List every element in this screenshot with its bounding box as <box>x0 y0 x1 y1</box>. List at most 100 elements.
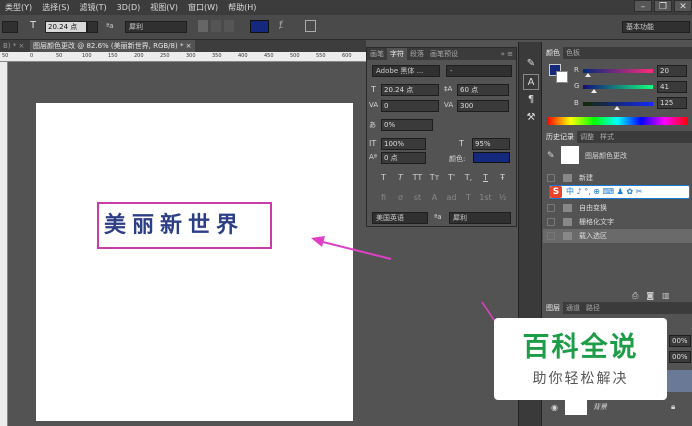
brush-icon[interactable]: ✎ <box>523 56 539 72</box>
history-checkbox[interactable] <box>547 204 555 212</box>
trash-icon[interactable]: ▥ <box>662 291 670 301</box>
character-color-swatch[interactable] <box>473 152 510 163</box>
new-document-from-state-icon[interactable]: ⎙ <box>632 291 638 301</box>
tool-presets-icon[interactable]: ⚒ <box>523 110 539 126</box>
r-slider-thumb[interactable] <box>585 73 592 77</box>
close-button[interactable]: ✕ <box>674 0 692 12</box>
workspace-dropdown[interactable]: 基本功能 <box>622 21 690 33</box>
snapshot-thumbnail[interactable] <box>561 146 579 164</box>
tab-previous-document[interactable]: B) * × <box>0 40 27 52</box>
fill-field[interactable]: 00% <box>669 351 691 363</box>
visibility-eye-icon[interactable]: ◉ <box>551 403 558 412</box>
b-value-field[interactable]: 125 <box>657 97 687 109</box>
tab-character[interactable]: 字符 <box>387 48 407 60</box>
vertical-scale-field[interactable]: 100% <box>381 138 426 150</box>
strikethrough-button[interactable]: Ŧ <box>494 173 511 182</box>
font-size-field[interactable]: 20.24 点 <box>45 21 87 33</box>
character-icon[interactable]: A <box>523 74 539 90</box>
align-center-icon[interactable] <box>211 20 221 32</box>
tsume-field[interactable]: 0% <box>381 119 433 131</box>
small-caps-button[interactable]: Tт <box>426 173 443 182</box>
language-dropdown[interactable]: 美国英语 <box>372 212 428 224</box>
ligature-button[interactable]: fi <box>375 193 392 202</box>
g-value-field[interactable]: 41 <box>657 81 687 93</box>
tab-paragraph[interactable]: 段落 <box>407 48 427 60</box>
minimize-button[interactable]: – <box>634 0 652 12</box>
kerning-field[interactable]: 0 <box>381 100 439 112</box>
tab-brush[interactable]: 画笔 <box>367 48 387 60</box>
r-slider[interactable] <box>583 69 653 73</box>
font-style-field[interactable]: - <box>446 65 512 77</box>
g-slider-thumb[interactable] <box>591 89 598 93</box>
font-style-dropdown[interactable] <box>2 21 18 33</box>
camera-icon[interactable]: ◙ <box>646 291 654 301</box>
panel-menu-icon[interactable]: » ≡ <box>498 48 516 60</box>
tab-adjustments[interactable]: 调整 <box>577 131 597 143</box>
size-field[interactable]: 20.24 点 <box>381 84 439 96</box>
titling-button[interactable]: T <box>460 193 477 202</box>
faux-italic-button[interactable]: T <box>392 173 409 182</box>
b-slider-thumb[interactable] <box>614 106 621 110</box>
tab-history[interactable]: 历史记录 <box>543 131 577 143</box>
tab-channels[interactable]: 通道 <box>563 302 583 314</box>
history-checkbox[interactable] <box>547 174 555 182</box>
baseline-shift-field[interactable]: 0 点 <box>381 152 426 164</box>
ime-toolbar[interactable]: 中 ♪ °, ⊕ ⌨ ♟ ✿ ✂ <box>549 185 690 199</box>
faux-bold-button[interactable]: T <box>375 173 392 182</box>
background-color-swatch[interactable] <box>556 71 568 83</box>
warp-text-icon[interactable]: ⱦ <box>279 20 283 31</box>
font-family-dropdown[interactable]: Adobe 黑体 ... <box>372 65 440 77</box>
leading-field[interactable]: 60 点 <box>457 84 509 96</box>
underline-button[interactable]: T <box>477 173 494 182</box>
character-panel-toggle-icon[interactable] <box>305 20 316 32</box>
paragraph-icon[interactable]: ¶ <box>523 92 539 108</box>
history-checkbox[interactable] <box>547 218 555 226</box>
menu-help[interactable]: 帮助(H) <box>223 2 261 13</box>
subscript-button[interactable]: T, <box>460 173 477 182</box>
tab-color[interactable]: 颜色 <box>543 47 563 59</box>
swash-button[interactable]: A <box>426 193 443 202</box>
background-layer-label[interactable]: 背景 <box>593 402 607 412</box>
menu-select[interactable]: 选择(S) <box>37 2 74 13</box>
menu-type[interactable]: 类型(Y) <box>0 2 37 13</box>
canvas-text-layer[interactable]: 美丽新世界 <box>104 206 266 244</box>
history-item-selected[interactable]: 载入选区 <box>543 229 692 243</box>
tab-paths[interactable]: 路径 <box>583 302 603 314</box>
snapshot-label[interactable]: 图层颜色更改 <box>585 151 627 161</box>
aa-mode-dropdown[interactable]: 犀利 <box>125 21 187 33</box>
tab-brush-presets[interactable]: 画笔预设 <box>427 48 461 60</box>
all-caps-button[interactable]: TT <box>409 173 426 182</box>
tab-layers[interactable]: 图层 <box>543 302 563 314</box>
r-value-field[interactable]: 20 <box>657 65 687 77</box>
history-item[interactable]: 栅格化文字 <box>543 215 692 229</box>
history-item[interactable]: 自由变换 <box>543 201 692 215</box>
sogou-icon[interactable]: S <box>550 186 562 198</box>
color-spectrum-bar[interactable] <box>547 117 688 125</box>
menu-filter[interactable]: 滤镜(T) <box>74 2 111 13</box>
opacity-field[interactable]: 00% <box>669 335 691 347</box>
contextual-alt-button[interactable]: σ <box>392 193 409 202</box>
tab-swatches[interactable]: 色板 <box>563 47 583 59</box>
history-item[interactable]: 新建 <box>543 171 692 185</box>
text-color-swatch[interactable] <box>250 20 269 33</box>
restore-button[interactable]: ❐ <box>654 0 672 12</box>
horizontal-scale-field[interactable]: 95% <box>472 138 510 150</box>
align-left-icon[interactable] <box>198 20 208 32</box>
menu-3d[interactable]: 3D(D) <box>112 3 146 12</box>
ordinal-button[interactable]: 1st <box>477 193 494 202</box>
superscript-button[interactable]: T' <box>443 173 460 182</box>
fraction-button[interactable]: ½ <box>494 193 511 202</box>
aa-mode-dropdown[interactable]: 犀利 <box>449 212 511 224</box>
font-size-dropdown-arrow[interactable] <box>87 21 98 33</box>
align-right-icon[interactable] <box>224 20 234 32</box>
stylistic-alt-button[interactable]: ad <box>443 193 460 202</box>
history-checkbox[interactable] <box>547 232 555 240</box>
menu-window[interactable]: 窗口(W) <box>183 2 223 13</box>
tracking-field[interactable]: 300 <box>457 100 509 112</box>
tab-styles[interactable]: 样式 <box>597 131 617 143</box>
tab-active-document[interactable]: 图层颜色更改 @ 82.6% (美丽新世界, RGB/8) * × <box>30 40 195 52</box>
discretionary-ligature-button[interactable]: st <box>409 193 426 202</box>
lock-icon[interactable]: 🔒︎ <box>671 402 675 412</box>
selected-layer-row[interactable] <box>665 370 692 392</box>
menu-view[interactable]: 视图(V) <box>145 2 183 13</box>
